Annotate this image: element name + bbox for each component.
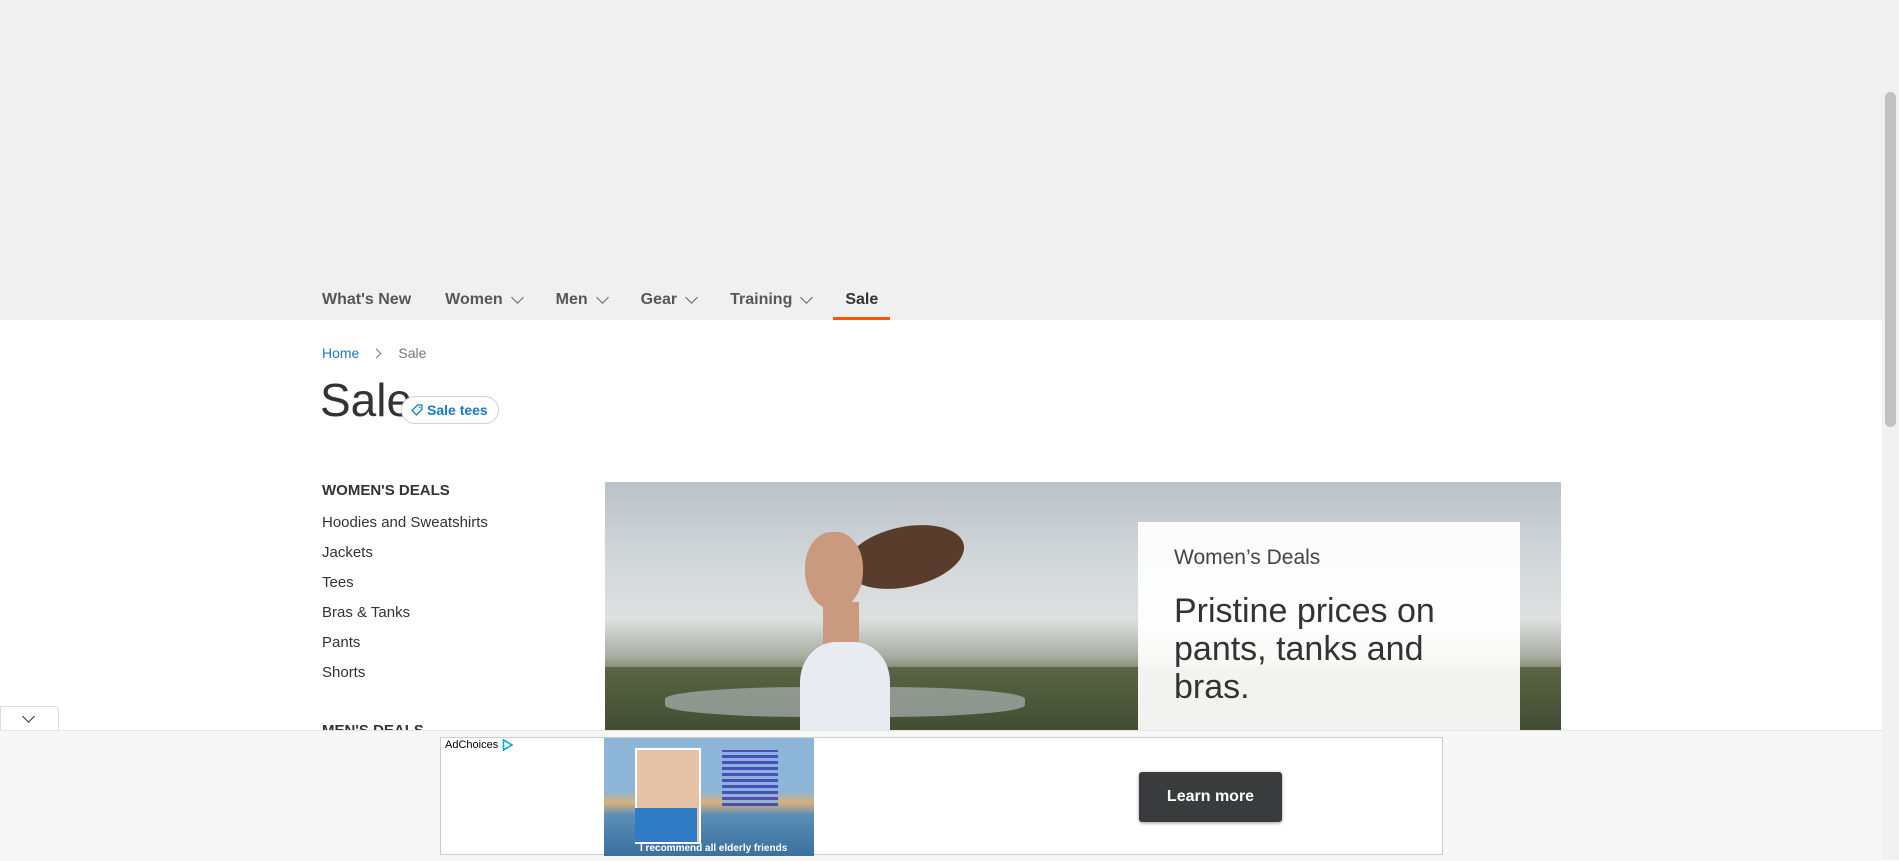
hero-headline: Pristine prices on pants, tanks and bras… xyxy=(1174,592,1435,706)
scrollbar-thumb[interactable] xyxy=(1885,92,1896,427)
chevron-right-icon xyxy=(371,348,382,358)
learn-more-button[interactable]: Learn more xyxy=(1139,772,1282,822)
ad-image-scrubs xyxy=(635,808,697,842)
hero-kicker: Women’s Deals xyxy=(1174,546,1321,569)
nav-gear[interactable]: Gear xyxy=(640,280,698,320)
sale-tees-chip[interactable]: Sale tees xyxy=(401,396,499,424)
nav-whats-new[interactable]: What's New xyxy=(322,280,411,320)
breadcrumb: Home Sale xyxy=(322,345,426,361)
deals-sidebar: WOMEN'S DEALS Hoodies and Sweatshirts Ja… xyxy=(322,482,562,739)
nav-gear-label: Gear xyxy=(640,291,678,308)
runner-head xyxy=(805,532,863,610)
chevron-down-icon xyxy=(22,710,35,723)
header-area xyxy=(0,0,1882,320)
chevron-down-icon xyxy=(595,290,609,304)
womens-deals-heading: WOMEN'S DEALS xyxy=(322,482,450,499)
nav-training[interactable]: Training xyxy=(730,280,814,320)
nav-women-label: Women xyxy=(445,291,503,308)
ad-collapse-toggle[interactable] xyxy=(0,706,59,731)
runner-top xyxy=(800,642,890,731)
ad-image-graphic xyxy=(722,750,778,806)
tag-icon xyxy=(411,404,423,416)
nav-whats-new-label: What's New xyxy=(322,291,412,308)
ad-banner-bar: AdChoices I recommend all elderly friend… xyxy=(0,730,1882,861)
sidebar-link-shorts[interactable]: Shorts xyxy=(322,658,562,688)
nav-sale[interactable]: Sale xyxy=(833,280,891,320)
page-scrollbar[interactable] xyxy=(1882,0,1899,860)
sidebar-link-tees[interactable]: Tees xyxy=(322,568,562,598)
breadcrumb-current: Sale xyxy=(398,345,427,361)
chevron-down-icon xyxy=(800,290,814,304)
nav-sale-label: Sale xyxy=(845,291,879,308)
sale-tees-label: Sale tees xyxy=(427,402,488,418)
sidebar-link-hoodies[interactable]: Hoodies and Sweatshirts xyxy=(322,508,562,538)
main-nav: What's New Women Men Gear Training Sale xyxy=(322,280,924,320)
chevron-down-icon xyxy=(510,290,524,304)
chevron-down-icon xyxy=(685,290,698,304)
nav-training-label: Training xyxy=(730,291,793,308)
breadcrumb-home-link[interactable]: Home xyxy=(322,345,359,361)
nav-men[interactable]: Men xyxy=(555,280,609,320)
nav-women[interactable]: Women xyxy=(445,280,524,320)
sidebar-link-bras-tanks[interactable]: Bras & Tanks xyxy=(322,598,562,628)
sidebar-link-pants[interactable]: Pants xyxy=(322,628,562,658)
sidebar-link-jackets[interactable]: Jackets xyxy=(322,538,562,568)
nav-men-label: Men xyxy=(555,291,588,308)
hero-text-card: Women’s Deals Pristine prices on pants, … xyxy=(1138,522,1520,731)
ad-frame: AdChoices I recommend all elderly friend… xyxy=(440,737,1443,856)
adchoices-label: AdChoices xyxy=(445,739,499,751)
ad-image[interactable]: I recommend all elderly friends xyxy=(604,738,814,856)
page-title: Sale xyxy=(320,374,413,426)
ad-caption: I recommend all elderly friends xyxy=(640,843,788,854)
adchoices-link[interactable]: AdChoices xyxy=(445,739,514,751)
adchoices-icon xyxy=(502,739,514,751)
womens-deals-banner[interactable]: Women’s Deals Pristine prices on pants, … xyxy=(605,482,1561,731)
